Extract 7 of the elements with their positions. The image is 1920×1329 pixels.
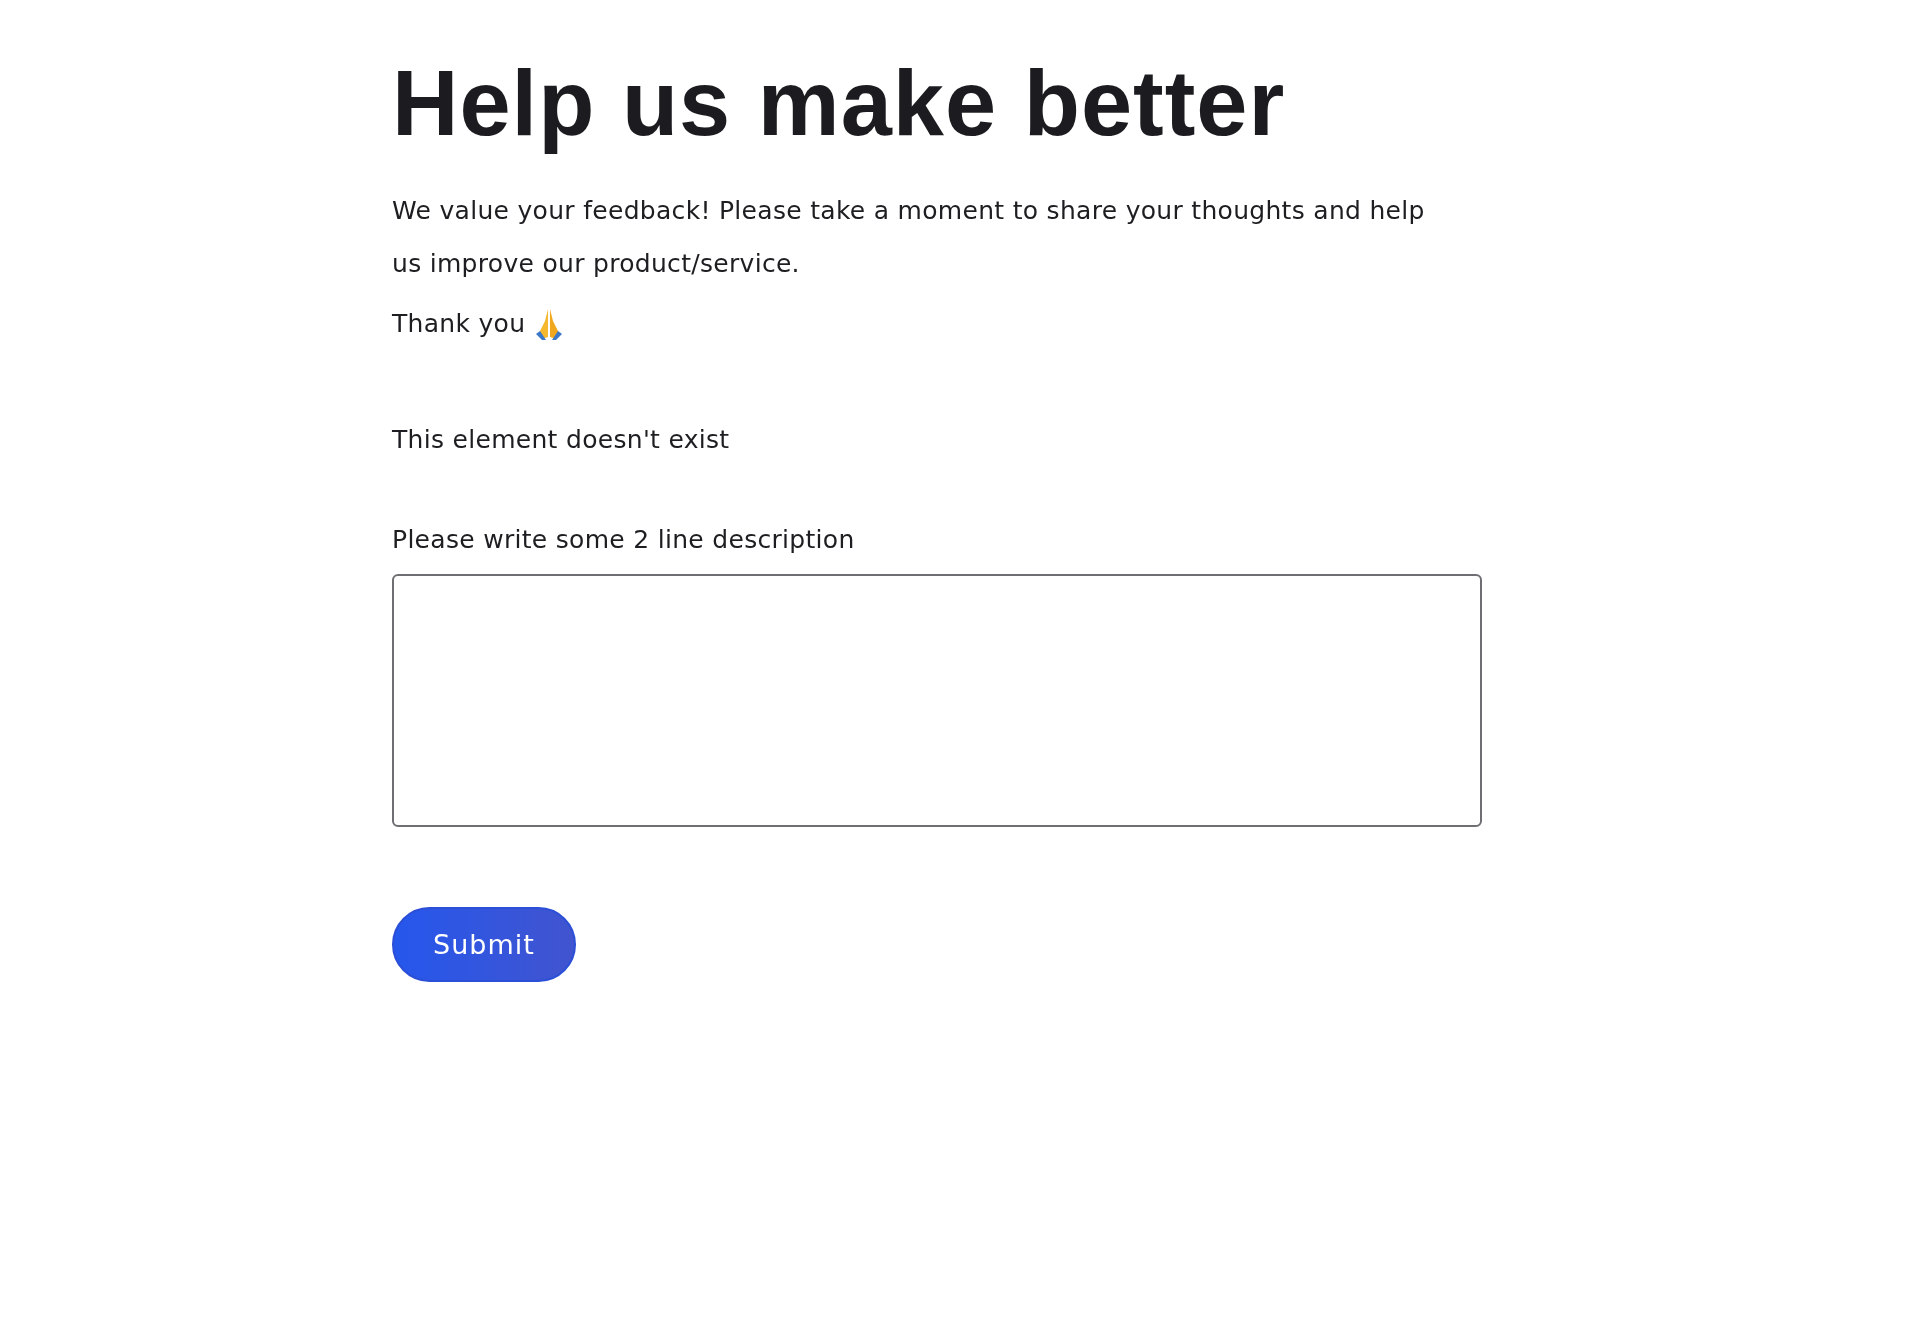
notice-text: This element doesn't exist — [392, 424, 731, 456]
field-label: Please write some 2 line description — [392, 524, 855, 556]
thanks-text: Thank you — [392, 308, 526, 340]
page-title: Help us make better — [392, 51, 1287, 156]
intro-text: We value your feedback! Please take a moment to share your thoughts and help us improve our product/service. — [392, 195, 1426, 280]
submit-button[interactable]: Submit — [392, 907, 576, 982]
description-field[interactable] — [392, 574, 1482, 827]
